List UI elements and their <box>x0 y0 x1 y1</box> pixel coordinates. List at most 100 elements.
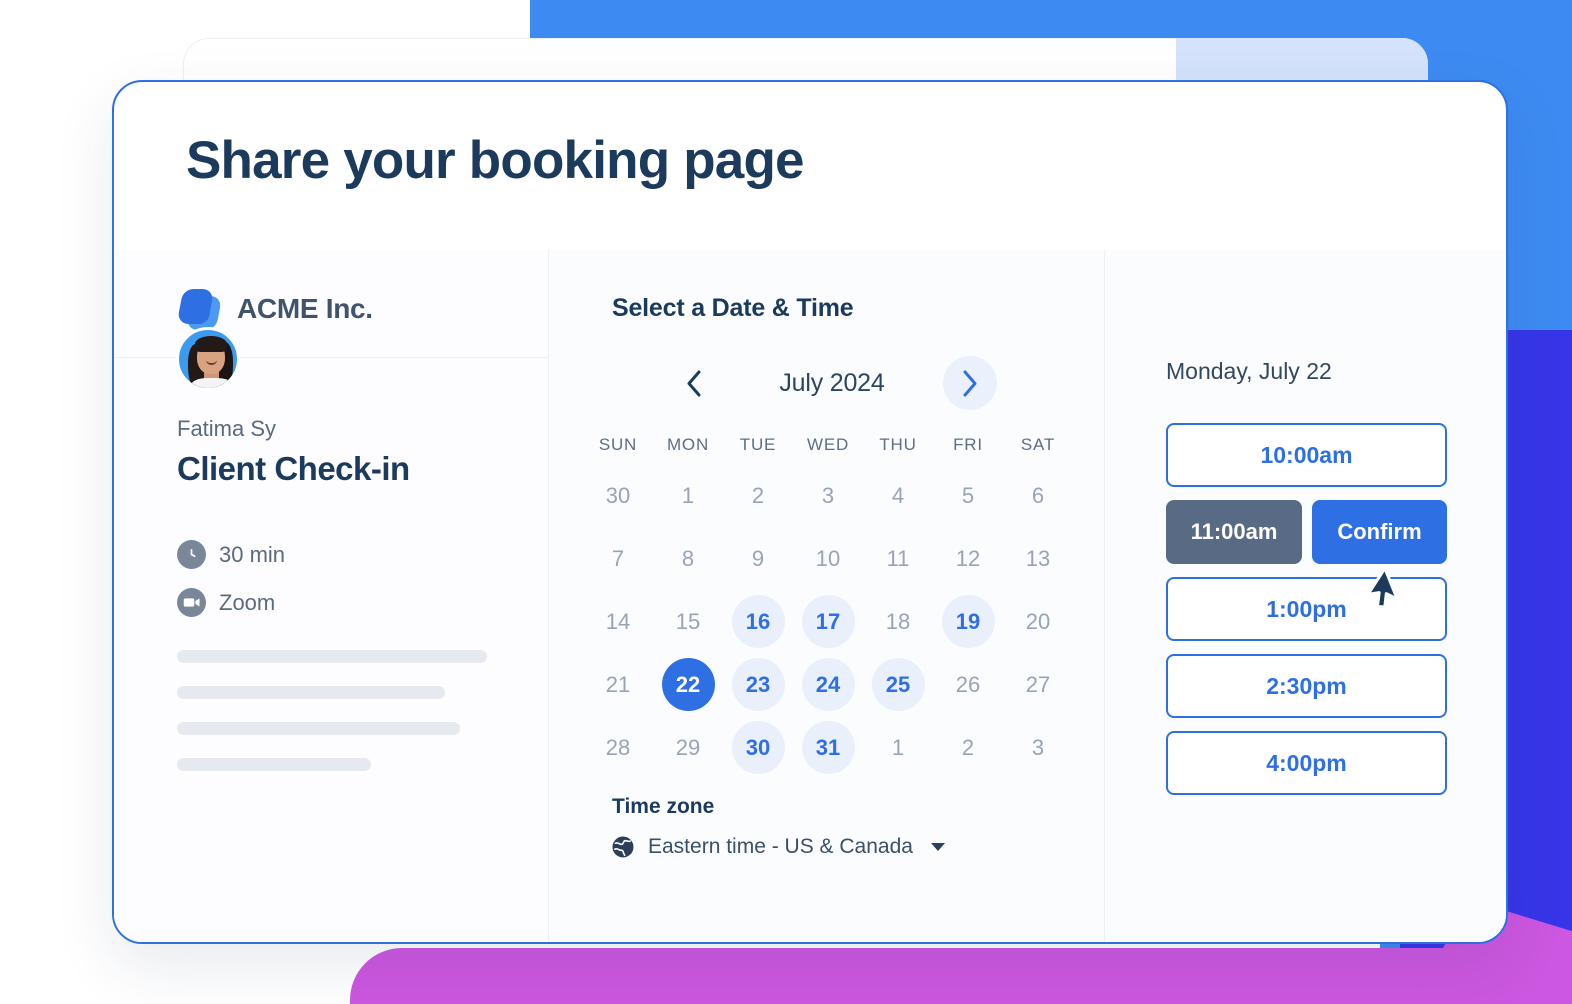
background-magenta-shape <box>350 948 1572 1004</box>
calendar-day-21: 21 <box>605 671 631 697</box>
calendar-day-19[interactable]: 19 <box>941 595 995 648</box>
calendar-day-7: 7 <box>611 545 625 571</box>
calendar-day-cell: 30 <box>583 464 653 527</box>
calendar-day-cell[interactable]: 30 <box>723 716 793 779</box>
clock-icon <box>177 540 206 569</box>
calendar-day-cell: 5 <box>933 464 1003 527</box>
time-slot-list: 10:00am 11:00am Confirm 1:00pm 2:30pm 4:00pm <box>1166 423 1447 808</box>
skeleton-bar <box>177 650 487 663</box>
calendar-day-cell: 1 <box>863 716 933 779</box>
time-slot-button[interactable]: 2:30pm <box>1166 654 1447 718</box>
calendar-day-cell[interactable]: 24 <box>793 653 863 716</box>
calendar-day-22[interactable]: 22 <box>661 658 715 711</box>
calendar-day-17[interactable]: 17 <box>801 595 855 648</box>
event-location: Zoom <box>177 588 275 617</box>
calendar-day-12: 12 <box>955 545 981 571</box>
calendar-weekday: THU <box>879 435 917 454</box>
time-slot-button[interactable]: 4:00pm <box>1166 731 1447 795</box>
month-label: July 2024 <box>779 368 885 397</box>
calendar-day-cell: 29 <box>653 716 723 779</box>
calendar-day-28: 28 <box>605 734 631 760</box>
time-slot-button[interactable]: 1:00pm <box>1166 577 1447 641</box>
calendar-day-cell: 9 <box>723 527 793 590</box>
month-navigation: July 2024 <box>667 355 997 411</box>
calendar-day-27: 27 <box>1025 671 1051 697</box>
time-slot-selected[interactable]: 11:00am <box>1166 500 1302 564</box>
calendar-day-cell: 7 <box>583 527 653 590</box>
calendar-day-cell: 4 <box>863 464 933 527</box>
calendar-day-cell: 3 <box>1003 716 1073 779</box>
calendar-day-30: 30 <box>605 482 631 508</box>
time-slot-selected-row: 11:00am Confirm <box>1166 500 1447 564</box>
calendar-day-cell: 18 <box>863 590 933 653</box>
video-camera-icon <box>177 588 206 617</box>
calendar-day-cell: 3 <box>793 464 863 527</box>
calendar-day-cell: 11 <box>863 527 933 590</box>
calendar-day-2: 2 <box>961 734 975 760</box>
calendar-pane: Select a Date & Time July 2024 SUN MON TUE… <box>549 250 1105 942</box>
calendar-day-cell[interactable]: 17 <box>793 590 863 653</box>
brand-name: ACME Inc. <box>237 293 373 324</box>
skeleton-bar <box>177 758 371 771</box>
calendar-day-cell[interactable]: 25 <box>863 653 933 716</box>
calendar-day-31[interactable]: 31 <box>801 721 855 774</box>
calendar-day-1: 1 <box>681 482 695 508</box>
host-name: Fatima Sy <box>177 416 277 441</box>
chevron-left-icon <box>687 370 701 396</box>
calendar-weekday: WED <box>806 435 850 454</box>
acme-logo-icon <box>176 286 223 332</box>
calendar-day-29: 29 <box>675 734 701 760</box>
calendar-weekday: SAT <box>1020 435 1056 454</box>
calendar-day-cell[interactable]: 23 <box>723 653 793 716</box>
calendar-heading: Select a Date & Time <box>612 294 854 322</box>
caret-down-icon <box>930 843 945 851</box>
next-month-button[interactable] <box>942 356 997 410</box>
calendar-day-cell: 20 <box>1003 590 1073 653</box>
event-location-label: Zoom <box>219 589 276 615</box>
event-duration-label: 30 min <box>219 541 286 567</box>
calendar-day-cell: 12 <box>933 527 1003 590</box>
chevron-right-icon <box>963 370 977 396</box>
prev-month-button[interactable] <box>667 356 721 410</box>
event-title: Client Check-in <box>177 450 410 487</box>
calendar-day-13: 13 <box>1025 545 1051 571</box>
skeleton-bar <box>177 722 460 735</box>
calendar-day-11: 11 <box>886 545 910 571</box>
confirm-button[interactable]: Confirm <box>1312 500 1447 564</box>
timezone-selector[interactable]: Eastern time - US & Canada <box>610 834 945 860</box>
booking-page-card: Share your booking page ACME Inc. Fatima… <box>112 80 1508 944</box>
calendar-day-4: 4 <box>891 482 905 508</box>
calendar-day-cell[interactable]: 31 <box>793 716 863 779</box>
calendar-day-cell: 2 <box>723 464 793 527</box>
calendar-day-cell: 15 <box>653 590 723 653</box>
calendar-day-14: 14 <box>605 608 631 634</box>
time-slot-button[interactable]: 10:00am <box>1166 423 1447 487</box>
calendar-day-cell[interactable]: 19 <box>933 590 1003 653</box>
calendar-day-cell: 13 <box>1003 527 1073 590</box>
calendar-day-3: 3 <box>1031 734 1045 760</box>
calendar-day-6: 6 <box>1031 482 1045 508</box>
calendar-day-16[interactable]: 16 <box>731 595 785 648</box>
calendar-day-20: 20 <box>1025 608 1051 634</box>
calendar-day-cell: 8 <box>653 527 723 590</box>
calendar-day-2: 2 <box>751 482 765 508</box>
brand: ACME Inc. <box>176 286 373 332</box>
calendar-day-25[interactable]: 25 <box>871 658 925 711</box>
avatar <box>176 327 240 391</box>
calendar-day-cell: 10 <box>793 527 863 590</box>
booking-widget: ACME Inc. Fatima Sy Client Check-in 30 m… <box>114 250 1506 942</box>
calendar-day-cell: 26 <box>933 653 1003 716</box>
calendar-day-cell: 1 <box>653 464 723 527</box>
calendar-day-cell[interactable]: 22 <box>653 653 723 716</box>
calendar-day-26: 26 <box>955 671 981 697</box>
calendar-day-8: 8 <box>681 545 695 571</box>
calendar-day-cell[interactable]: 16 <box>723 590 793 653</box>
timezone-value: Eastern time - US & Canada <box>648 835 913 858</box>
calendar-day-5: 5 <box>961 482 975 508</box>
skeleton-bar <box>177 686 445 699</box>
calendar-day-24[interactable]: 24 <box>801 658 855 711</box>
selected-date-label: Monday, July 22 <box>1166 358 1332 384</box>
calendar-day-18: 18 <box>885 608 911 634</box>
calendar-day-23[interactable]: 23 <box>731 658 785 711</box>
calendar-day-30[interactable]: 30 <box>731 721 785 774</box>
